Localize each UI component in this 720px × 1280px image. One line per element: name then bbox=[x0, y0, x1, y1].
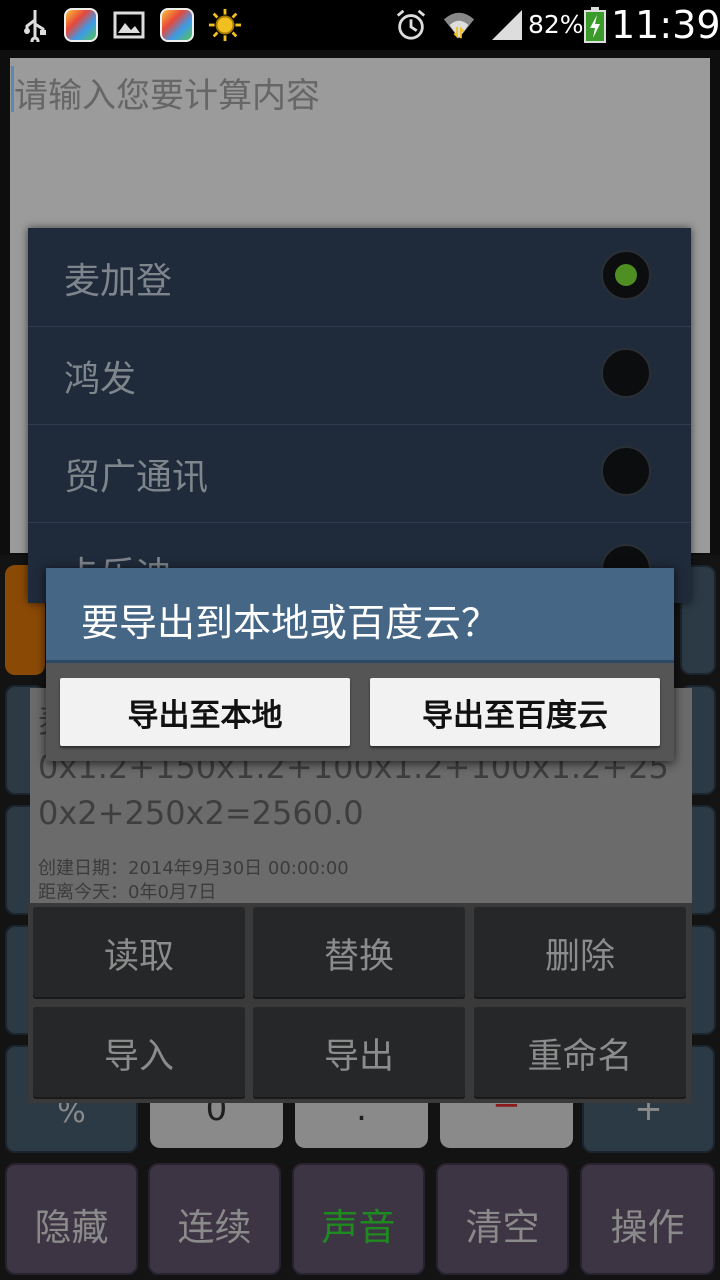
operate-button[interactable]: 操作 bbox=[580, 1163, 715, 1275]
radio-dot bbox=[615, 264, 637, 286]
radio-unselected[interactable] bbox=[601, 446, 651, 496]
dialog-title: 要导出到本地或百度云？ bbox=[81, 601, 500, 645]
rename-button[interactable]: 重命名 bbox=[474, 1007, 686, 1099]
battery-percentage: 82% bbox=[528, 10, 584, 39]
export-baidu-cloud-button[interactable]: 导出至百度云 bbox=[370, 678, 660, 746]
clear-button[interactable]: 清空 bbox=[436, 1163, 569, 1275]
alarm-icon bbox=[394, 8, 428, 42]
list-item[interactable]: 麦加登 bbox=[28, 228, 691, 327]
wifi-icon bbox=[442, 8, 476, 42]
read-button[interactable]: 读取 bbox=[33, 907, 245, 999]
usb-icon bbox=[18, 8, 52, 42]
continuous-button[interactable]: 连续 bbox=[148, 1163, 281, 1275]
hide-button[interactable]: 隐藏 bbox=[5, 1163, 138, 1275]
dialog-header: 要导出到本地或百度云？ bbox=[46, 568, 674, 663]
export-dialog: 要导出到本地或百度云？ 导出至本地 导出至百度云 bbox=[46, 568, 674, 761]
sound-button[interactable]: 声音 bbox=[292, 1163, 425, 1275]
clock: 11:39 bbox=[611, 3, 720, 47]
status-bar: 82% 11:39 bbox=[0, 0, 720, 50]
export-button[interactable]: 导出 bbox=[253, 1007, 465, 1099]
name-selection-list: 麦加登 鸿发 贸广通讯 卡乐迪 bbox=[28, 228, 691, 603]
battery-icon bbox=[578, 7, 612, 43]
delete-button[interactable]: 删除 bbox=[474, 907, 686, 999]
radio-unselected[interactable] bbox=[601, 348, 651, 398]
import-button[interactable]: 导入 bbox=[33, 1007, 245, 1099]
input-placeholder: 请输入您要计算内容 bbox=[14, 76, 320, 116]
export-local-button[interactable]: 导出至本地 bbox=[60, 678, 350, 746]
replace-button[interactable]: 替换 bbox=[253, 907, 465, 999]
sun-icon bbox=[208, 8, 242, 42]
radio-selected[interactable] bbox=[601, 250, 651, 300]
record-days-ago: 距离今天：0年0月7日 bbox=[38, 882, 217, 903]
record-created-date: 创建日期：2014年9月30日 00:00:00 bbox=[38, 858, 349, 879]
gallery-icon bbox=[112, 8, 146, 42]
list-item[interactable]: 贸广通讯 bbox=[28, 424, 691, 523]
list-item[interactable]: 鸿发 bbox=[28, 326, 691, 425]
app-icon bbox=[64, 8, 98, 42]
app-icon bbox=[160, 8, 194, 42]
signal-icon bbox=[490, 8, 524, 42]
